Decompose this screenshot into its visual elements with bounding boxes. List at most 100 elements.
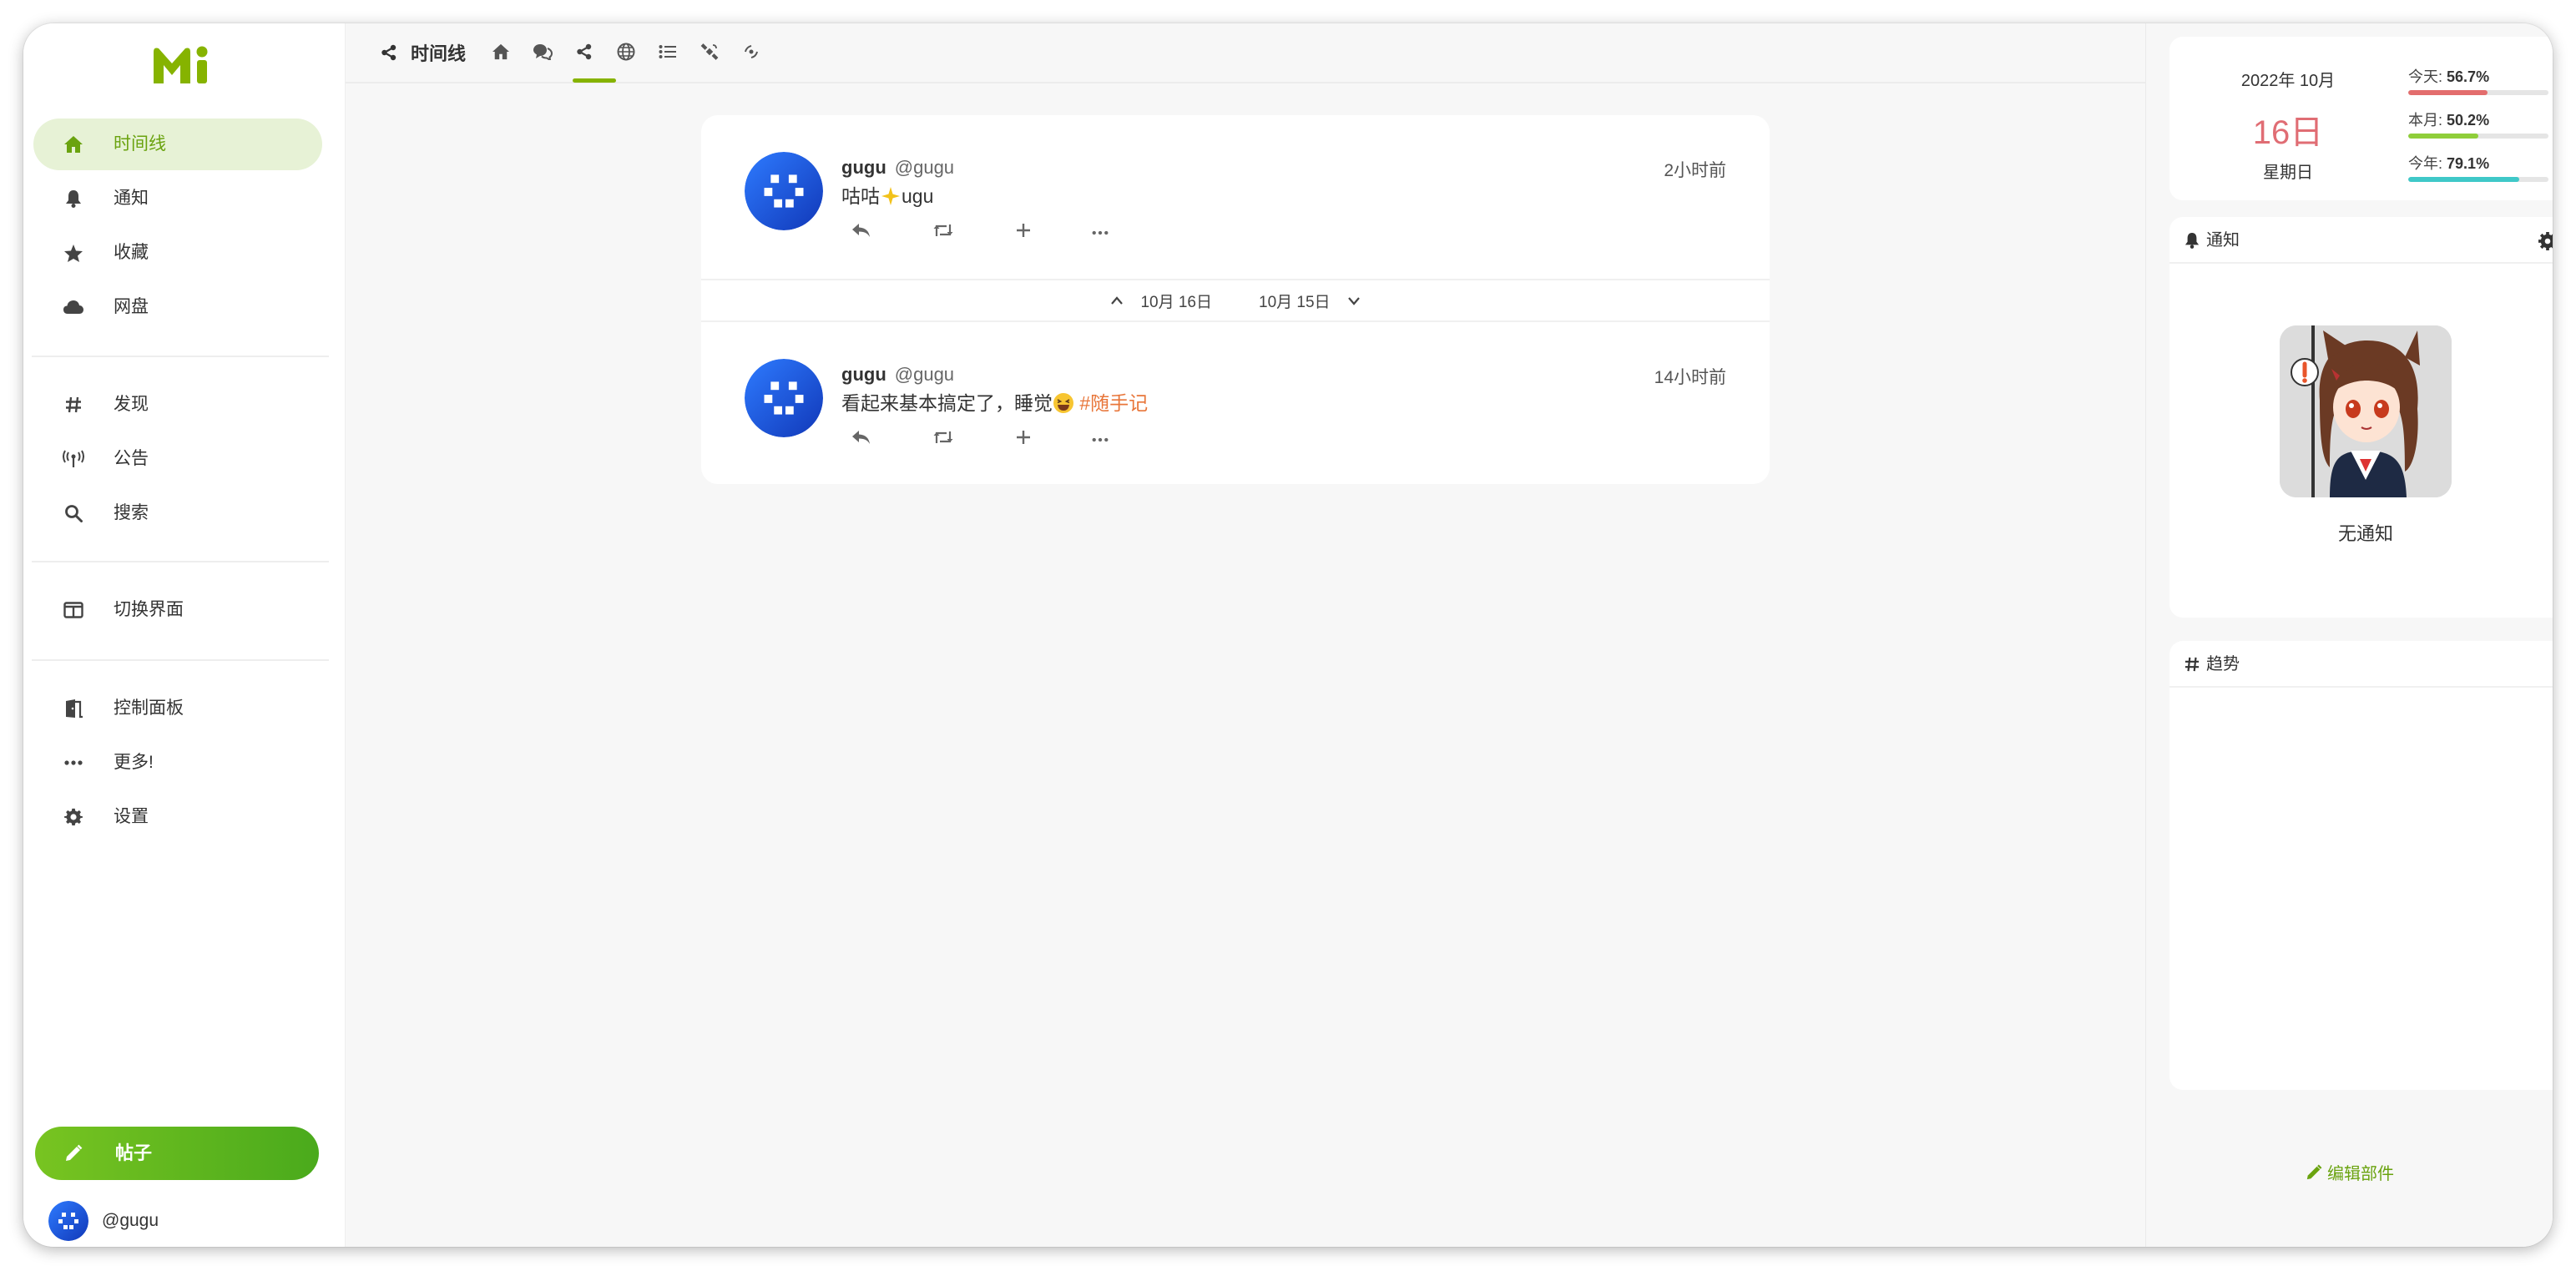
reply-icon (851, 429, 871, 450)
globe-icon (617, 43, 635, 65)
reply-button[interactable] (848, 219, 875, 245)
account-menu[interactable]: @gugu (48, 1200, 316, 1242)
empty-state-text: 无通知 (2337, 523, 2393, 544)
widget-header: 通知 (2169, 217, 2553, 264)
broadcast-icon (62, 447, 85, 471)
pencil-icon (62, 1142, 85, 1165)
reply-button[interactable] (848, 426, 875, 452)
search-icon (62, 502, 85, 525)
date-older: 10月 15日 (1247, 290, 1366, 312)
note-header: gugu @gugu (841, 364, 954, 386)
progress-value: 50.2% (2447, 112, 2490, 129)
gear-icon[interactable] (2537, 230, 2553, 252)
calendar-day: 16日 (2252, 114, 2324, 151)
tab-local[interactable] (531, 42, 554, 65)
progress-label-text: 今天: (2408, 68, 2443, 85)
date-newer-label: 10月 16日 (1140, 293, 1212, 311)
page-header: 时间线 (346, 23, 2145, 83)
note[interactable]: gugu @gugu 14小时前 看起来基本搞定了，睡觉 #随手记 (701, 322, 1770, 484)
edit-widgets-button[interactable]: 编辑部件 (2146, 1160, 2553, 1184)
post-button-label: 帖子 (115, 1142, 153, 1163)
note-actions (841, 219, 1125, 245)
note[interactable]: gugu @gugu 2小时前 咕咕 ugu (701, 115, 1770, 279)
progress-label: 本月: 50.2% (2408, 108, 2548, 130)
page-title-text: 时间线 (411, 43, 467, 64)
widget-title: 通知 (2206, 231, 2240, 250)
sidebar-item-label: 通知 (114, 189, 149, 208)
hashtag-link[interactable]: #随手记 (1079, 392, 1148, 414)
antenna-icon (742, 43, 760, 65)
sidebar-item-search[interactable]: 搜索 (33, 487, 322, 539)
sidebar-item-more[interactable]: 更多! (33, 737, 322, 789)
more-button[interactable] (1087, 426, 1114, 452)
note-text-part: 咕咕 (841, 185, 880, 207)
react-button[interactable] (1010, 219, 1037, 245)
progress-bar-fill (2408, 177, 2519, 182)
ellipsis-icon (1092, 431, 1109, 446)
bell-icon (2183, 231, 2201, 250)
satellite-icon (700, 43, 719, 65)
avatar[interactable] (745, 152, 823, 230)
sidebar-divider (32, 356, 329, 357)
user-handle[interactable]: @gugu (895, 157, 954, 178)
user-handle[interactable]: @gugu (895, 364, 954, 385)
note-time[interactable]: 2小时前 (1664, 157, 1726, 182)
progress-label-text: 本月: (2408, 112, 2443, 129)
sidebar-item-announcements[interactable]: 公告 (33, 433, 322, 485)
user-name[interactable]: gugu (841, 364, 886, 385)
widget-title: 趋势 (2206, 655, 2240, 673)
progress-year: 今年: 79.1% (2408, 152, 2548, 182)
renote-button[interactable] (930, 426, 957, 452)
tab-antennas[interactable] (698, 42, 721, 65)
sidebar-divider (32, 561, 329, 562)
sidebar-item-settings[interactable]: 设置 (33, 791, 322, 843)
calendar-widget: 2022年 10月 16日 星期日 今天: 56.7% 本月: 50.2% 今年… (2169, 37, 2553, 200)
progress-value: 56.7% (2447, 68, 2490, 85)
sidebar-item-label: 收藏 (114, 243, 149, 262)
renote-button[interactable] (930, 219, 957, 245)
note-time[interactable]: 14小时前 (1654, 364, 1726, 389)
notifications-widget: 通知 无通知 (2169, 217, 2553, 618)
tab-social[interactable] (573, 42, 596, 65)
react-button[interactable] (1010, 426, 1037, 452)
page-title: 时间线 (379, 40, 466, 65)
sidebar-item-label: 发现 (114, 395, 149, 414)
post-button[interactable]: 帖子 (35, 1127, 319, 1180)
tab-channels[interactable] (740, 42, 763, 65)
chevron-down-icon (1347, 297, 1360, 305)
sidebar-item-timeline[interactable]: 时间线 (33, 119, 322, 170)
tab-home[interactable] (489, 42, 513, 65)
hashtag-icon (2183, 655, 2201, 673)
tab-global[interactable] (614, 42, 638, 65)
calendar-date: 2022年 10月 16日 星期日 (2169, 37, 2407, 200)
progress-bar-fill (2408, 90, 2488, 95)
ellipsis-icon (62, 751, 85, 774)
tab-lists[interactable] (656, 42, 679, 65)
sidebar-item-switch-ui[interactable]: 切换界面 (33, 584, 322, 636)
sidebar-item-notifications[interactable]: 通知 (33, 173, 322, 224)
timeline: gugu @gugu 2小时前 咕咕 ugu 10月 16日 10月 15日 g… (701, 115, 1770, 484)
more-button[interactable] (1087, 219, 1114, 245)
chevron-up-icon (1111, 296, 1124, 305)
sidebar-item-favorites[interactable]: 收藏 (33, 227, 322, 279)
misskey-logo[interactable] (149, 42, 215, 88)
sidebar-item-explore[interactable]: 发现 (33, 379, 322, 431)
progress-value: 79.1% (2447, 155, 2490, 172)
calendar-year-month: 2022年 10月 (2240, 72, 2336, 90)
avatar[interactable] (745, 359, 823, 437)
progress-month: 本月: 50.2% (2408, 108, 2548, 139)
progress-bar (2408, 177, 2548, 182)
user-name[interactable]: gugu (841, 157, 886, 178)
progress-bar (2408, 90, 2548, 95)
home-icon (492, 43, 510, 64)
gear-icon (62, 805, 85, 829)
progress-bar (2408, 134, 2548, 139)
empty-state-illustration (2280, 325, 2452, 497)
door-icon (62, 697, 85, 720)
active-tab-indicator (573, 78, 616, 83)
sidebar-item-drive[interactable]: 网盘 (33, 281, 322, 333)
sidebar-divider (32, 659, 329, 661)
sidebar-item-control-panel[interactable]: 控制面板 (33, 683, 322, 734)
retweet-icon (932, 429, 954, 450)
ellipsis-icon (1092, 224, 1109, 240)
